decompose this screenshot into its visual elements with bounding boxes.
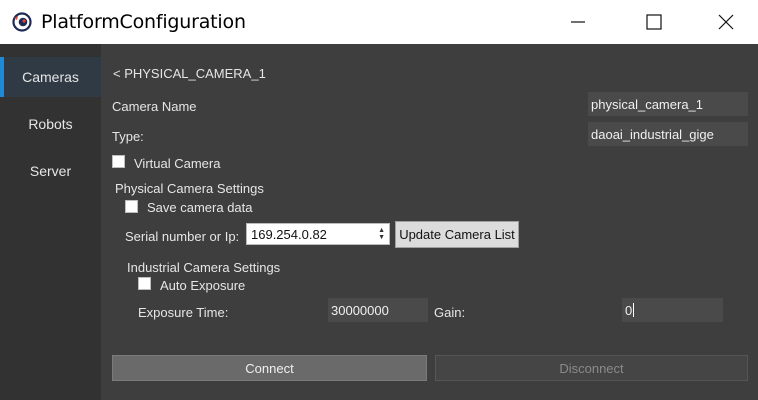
maximize-icon xyxy=(646,14,662,30)
type-label: Type: xyxy=(112,129,144,144)
maximize-button[interactable] xyxy=(628,0,680,44)
camera-name-field[interactable]: physical_camera_1 xyxy=(588,92,748,116)
sidebar: Cameras Robots Server xyxy=(0,44,101,400)
serial-label: Serial number or Ip: xyxy=(125,229,240,244)
back-breadcrumb[interactable]: < PHYSICAL_CAMERA_1 xyxy=(113,66,266,81)
camera-eye-icon xyxy=(12,12,32,32)
physical-camera-settings-title: Physical Camera Settings xyxy=(115,181,264,196)
exposure-time-label: Exposure Time: xyxy=(138,305,229,320)
gain-label: Gain: xyxy=(434,305,466,320)
text-cursor xyxy=(633,303,635,317)
auto-exposure-label: Auto Exposure xyxy=(160,278,246,293)
connect-button[interactable]: Connect xyxy=(112,355,427,381)
serial-select-value: 169.254.0.82 xyxy=(251,226,327,242)
camera-settings-panel: < PHYSICAL_CAMERA_1 Camera Name physical… xyxy=(101,44,758,400)
serial-select[interactable]: 169.254.0.82 ▲ ▼ xyxy=(246,223,390,245)
save-camera-data-checkbox[interactable] xyxy=(125,200,138,213)
sidebar-item-server[interactable]: Server xyxy=(0,151,101,191)
sidebar-item-label: Robots xyxy=(28,116,73,132)
auto-exposure-checkbox[interactable] xyxy=(138,277,151,290)
virtual-camera-checkbox[interactable] xyxy=(112,155,125,168)
sidebar-item-cameras[interactable]: Cameras xyxy=(0,57,101,97)
industrial-camera-settings-title: Industrial Camera Settings xyxy=(127,260,281,275)
minimize-icon xyxy=(571,21,585,23)
exposure-time-field[interactable]: 30000000 xyxy=(328,298,428,322)
updown-arrows-icon: ▲ ▼ xyxy=(378,227,385,241)
save-camera-data-label: Save camera data xyxy=(147,200,253,215)
virtual-camera-label: Virtual Camera xyxy=(134,156,221,171)
title-bar: PlatformConfiguration xyxy=(0,0,758,44)
sidebar-item-robots[interactable]: Robots xyxy=(0,104,101,144)
update-camera-list-button[interactable]: Update Camera List xyxy=(395,221,519,248)
type-field[interactable]: daoai_industrial_gige xyxy=(588,122,748,146)
window-title: PlatformConfiguration xyxy=(41,11,246,33)
disconnect-button[interactable]: Disconnect xyxy=(435,355,748,381)
close-icon xyxy=(718,14,734,30)
minimize-button[interactable] xyxy=(552,0,604,44)
close-button[interactable] xyxy=(700,0,752,44)
camera-name-label: Camera Name xyxy=(112,99,197,114)
gain-field[interactable]: 0 xyxy=(622,298,723,322)
sidebar-item-label: Cameras xyxy=(22,69,79,85)
gain-value: 0 xyxy=(625,302,633,318)
sidebar-item-label: Server xyxy=(29,163,72,179)
